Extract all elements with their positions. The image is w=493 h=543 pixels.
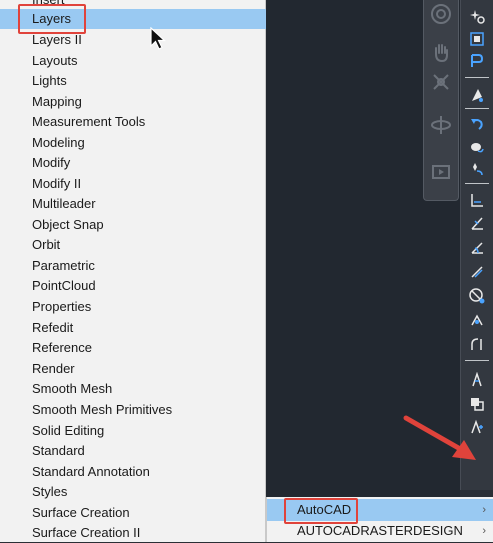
menu-item-modify[interactable]: Modify bbox=[0, 153, 266, 173]
submenu-item-label: AUTOCADRASTERDESIGN bbox=[297, 523, 463, 538]
annotation-box-autocad bbox=[284, 498, 358, 524]
menu-item-reference[interactable]: Reference bbox=[0, 338, 266, 358]
menu-item-refedit[interactable]: Refedit bbox=[0, 318, 266, 338]
no-dimension-icon[interactable] bbox=[466, 286, 488, 306]
menu-item-mapping[interactable]: Mapping bbox=[0, 92, 266, 112]
submenu-arrow-icon: › bbox=[482, 504, 486, 516]
annotation-arrow-icon bbox=[403, 415, 476, 460]
sparkle-icon[interactable] bbox=[466, 6, 488, 26]
showmotion-icon[interactable] bbox=[429, 160, 453, 184]
submenu-arrow-icon: › bbox=[482, 525, 486, 537]
menu-item-render[interactable]: Render bbox=[0, 359, 266, 379]
menu-item-measurement-tools[interactable]: Measurement Tools bbox=[0, 112, 266, 132]
menu-item-orbit[interactable]: Orbit bbox=[0, 235, 266, 255]
toolbar-separator bbox=[465, 108, 489, 109]
toolbar-separator bbox=[465, 360, 489, 361]
menu-item-lights[interactable]: Lights bbox=[0, 71, 266, 91]
menu-item-surface-creation[interactable]: Surface Creation bbox=[0, 503, 266, 523]
menu-item-modify-ii[interactable]: Modify II bbox=[0, 174, 266, 194]
menu-item-surface-creation-ii[interactable]: Surface Creation II bbox=[0, 523, 266, 543]
menu-item-pointcloud[interactable]: PointCloud bbox=[0, 276, 266, 296]
menu-item-modeling[interactable]: Modeling bbox=[0, 133, 266, 153]
undo-icon[interactable] bbox=[466, 114, 488, 134]
zoom-extents-icon[interactable] bbox=[429, 70, 453, 94]
linear-dimension-icon[interactable] bbox=[466, 190, 488, 210]
annotation-box-layers bbox=[18, 4, 86, 34]
insert-block-icon[interactable] bbox=[466, 394, 488, 414]
toolbar-separator bbox=[465, 183, 489, 184]
menu-item-object-snap[interactable]: Object Snap bbox=[0, 215, 266, 235]
mouse-cursor-icon bbox=[150, 27, 167, 50]
ordinate-dimension-icon[interactable] bbox=[466, 262, 488, 282]
orbit-icon[interactable] bbox=[429, 113, 453, 137]
region-icon[interactable] bbox=[466, 137, 488, 157]
menu-item-smooth-mesh[interactable]: Smooth Mesh bbox=[0, 379, 266, 399]
block-icon[interactable] bbox=[466, 29, 488, 49]
menu-item-parametric[interactable]: Parametric bbox=[0, 256, 266, 276]
snap-icon[interactable] bbox=[466, 51, 488, 71]
toolbar-menu: Insert Layers Layers II Layouts Lights M… bbox=[0, 0, 266, 542]
menu-item-properties[interactable]: Properties bbox=[0, 297, 266, 317]
menu-item-layouts[interactable]: Layouts bbox=[0, 51, 266, 71]
aligned-dimension-icon[interactable] bbox=[466, 213, 488, 233]
menu-item-multileader[interactable]: Multileader bbox=[0, 194, 266, 214]
menu-item-standard-annotation[interactable]: Standard Annotation bbox=[0, 462, 266, 482]
angular-dimension-icon[interactable] bbox=[466, 237, 488, 257]
navigation-bar bbox=[423, 0, 459, 201]
menu-item-solid-editing[interactable]: Solid Editing bbox=[0, 421, 266, 441]
tolerance-icon[interactable] bbox=[466, 310, 488, 330]
menu-item-standard[interactable]: Standard bbox=[0, 441, 266, 461]
toolbar-separator bbox=[465, 77, 489, 78]
arc-dimension-icon[interactable] bbox=[466, 334, 488, 354]
menu-item-smooth-mesh-primitives[interactable]: Smooth Mesh Primitives bbox=[0, 400, 266, 420]
match-properties-icon[interactable] bbox=[466, 85, 488, 105]
menu-item-styles[interactable]: Styles bbox=[0, 482, 266, 502]
pan-hand-icon[interactable] bbox=[429, 40, 453, 64]
attribute-icon[interactable] bbox=[466, 370, 488, 390]
move-icon[interactable] bbox=[466, 159, 488, 179]
steering-wheel-icon[interactable] bbox=[429, 2, 453, 26]
